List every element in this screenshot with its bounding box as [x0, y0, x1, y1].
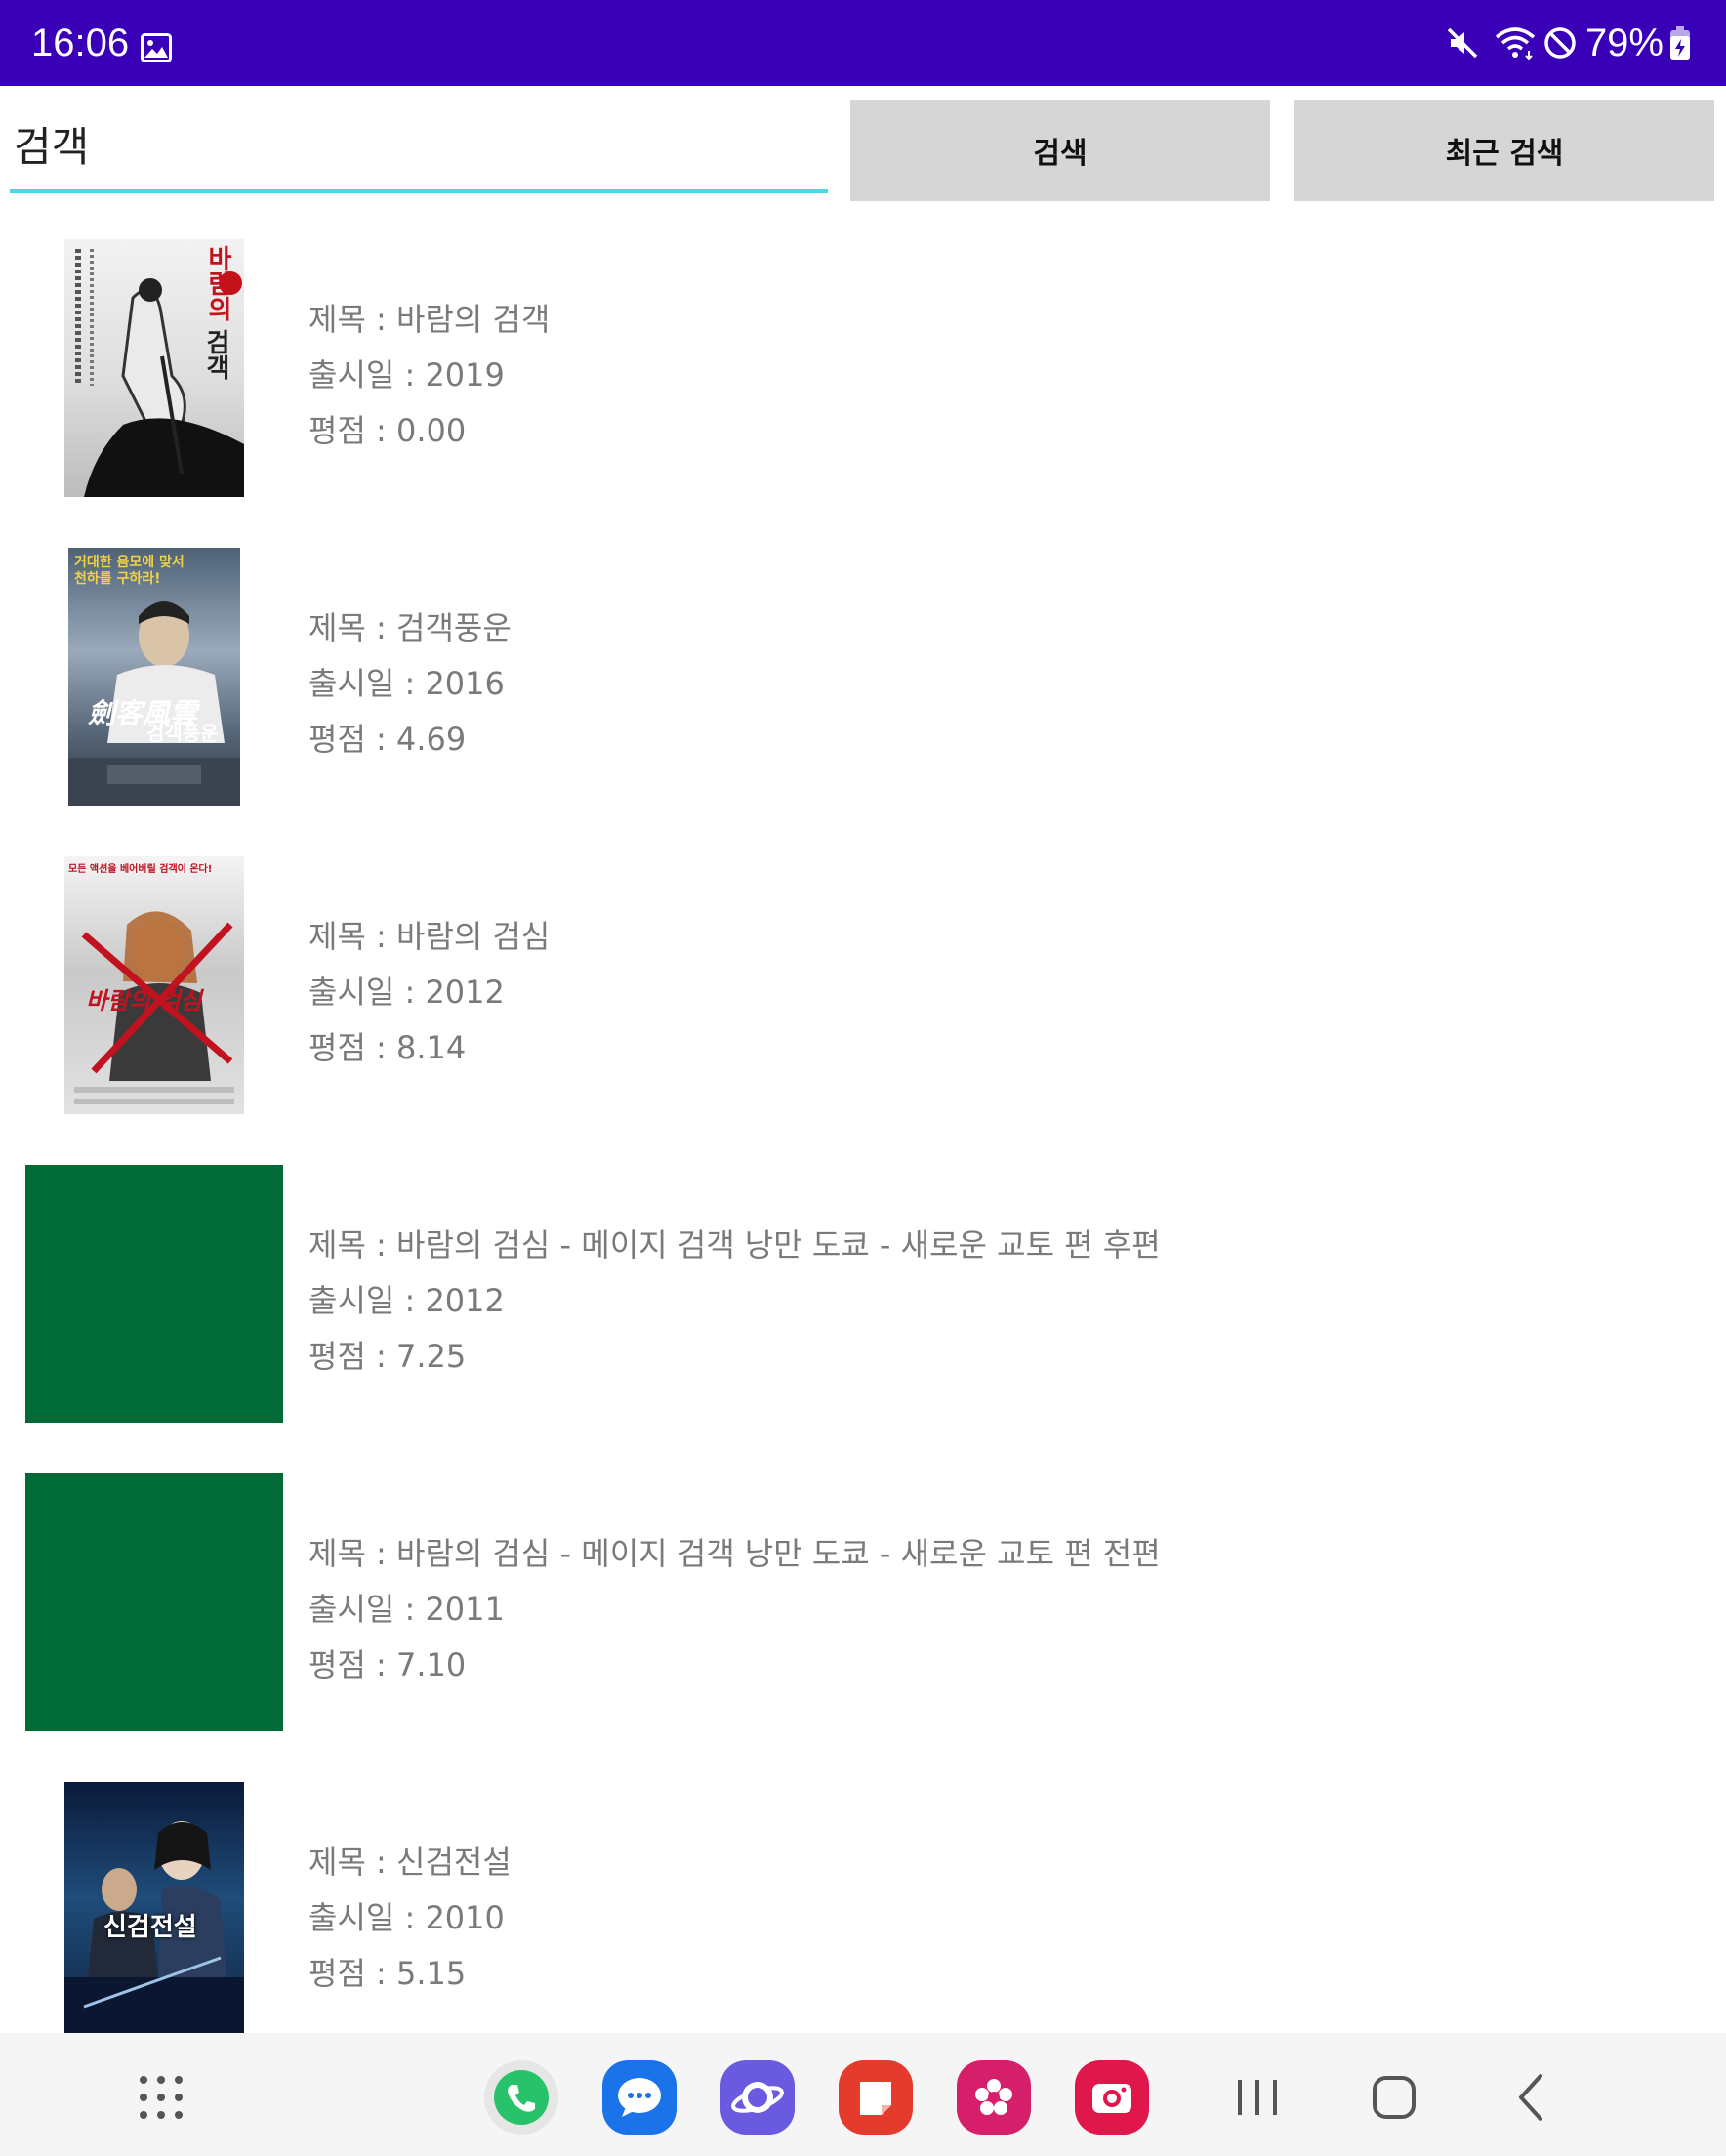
movie-poster: 모든 액션을 베어버릴 검객이 온다! 바람의 검심: [64, 856, 244, 1114]
phone-glyph-icon: [494, 2070, 549, 2125]
movie-info: 제목 : 바람의 검심 - 메이지 검객 낭만 도쿄 - 새로운 교토 편 후편…: [308, 1218, 1161, 1385]
movie-title: 제목 : 바람의 검심: [308, 918, 551, 955]
home-icon[interactable]: [1357, 2060, 1431, 2135]
movie-release-date: 출시일 : 2011: [308, 1591, 505, 1628]
battery-icon: [1670, 26, 1690, 60]
movie-rating: 평점 : 0.00: [308, 412, 467, 449]
chat-bubble-icon: [618, 2078, 661, 2117]
list-item[interactable]: 제목 : 바람의 검심 - 메이지 검객 낭만 도쿄 - 새로운 교토 편 전편…: [0, 1473, 1726, 1782]
messages-icon[interactable]: [602, 2060, 677, 2135]
wifi-icon: [1495, 27, 1536, 61]
search-button[interactable]: 검색: [850, 100, 1270, 201]
navigation-bar: [0, 2033, 1726, 2156]
movie-info: 제목 : 바람의 검객 출시일 : 2019 평점 : 0.00: [308, 292, 550, 459]
list-item[interactable]: 제목 : 바람의 검심 - 메이지 검객 낭만 도쿄 - 새로운 교토 편 후편…: [0, 1165, 1726, 1473]
poster-title: 바람의 검심: [86, 987, 202, 1015]
movie-rating: 평점 : 7.10: [308, 1646, 467, 1683]
movie-release-date: 출시일 : 2012: [308, 1282, 505, 1319]
camera-icon[interactable]: [1075, 2060, 1149, 2135]
internet-icon[interactable]: [720, 2060, 795, 2135]
movie-rating: 평점 : 4.69: [308, 721, 467, 758]
recents-icon[interactable]: [1220, 2060, 1294, 2135]
poster-placeholder: [25, 1165, 283, 1423]
do-not-disturb-icon: [1544, 27, 1576, 59]
poster-frame: [25, 1473, 283, 1731]
poster-tagline: 천하를 구하라!: [74, 571, 161, 587]
movie-info: 제목 : 바람의 검심 - 메이지 검객 낭만 도쿄 - 새로운 교토 편 전편…: [308, 1526, 1161, 1693]
poster-placeholder: [25, 1473, 283, 1731]
back-icon[interactable]: [1496, 2060, 1570, 2135]
movie-poster: 바람의 검객: [64, 239, 244, 497]
planet-icon: [731, 2082, 784, 2113]
movie-release-date: 출시일 : 2019: [308, 356, 505, 394]
camera-glyph-icon: [1092, 2084, 1131, 2113]
status-bar: 16:06 79%: [0, 0, 1726, 86]
search-input[interactable]: [10, 113, 828, 193]
poster-frame: 신검전설: [25, 1782, 283, 2040]
movie-release-date: 출시일 : 2012: [308, 974, 505, 1011]
list-item[interactable]: 바람의 검객 제목 : 바람의 검객 출시일 : 2019 평점 : 0.00: [0, 239, 1726, 548]
movie-title: 제목 : 검객풍운: [308, 609, 512, 646]
movie-release-date: 출시일 : 2010: [308, 1899, 505, 1936]
movie-info: 제목 : 검객풍운 출시일 : 2016 평점 : 4.69: [308, 601, 512, 767]
poster-frame: 바람의 검객: [25, 239, 283, 497]
poster-frame: 모든 액션을 베어버릴 검객이 온다! 바람의 검심: [25, 856, 283, 1114]
note-page-icon: [860, 2082, 891, 2115]
phone-icon[interactable]: [484, 2060, 558, 2135]
apps-grid-icon[interactable]: [124, 2060, 198, 2135]
poster-tagline: 모든 액션을 베어버릴 검객이 온다!: [68, 864, 213, 875]
poster-title: 바람의: [203, 245, 232, 321]
movie-poster: 신검전설: [64, 1782, 244, 2040]
mute-icon: [1447, 27, 1478, 59]
status-icons: 79%: [1445, 21, 1691, 64]
movie-title: 제목 : 바람의 검심 - 메이지 검객 낭만 도쿄 - 새로운 교토 편 후편: [308, 1226, 1161, 1264]
movie-rating: 평점 : 8.14: [308, 1029, 467, 1066]
movie-title: 제목 : 신검전설: [308, 1844, 512, 1881]
movie-info: 제목 : 바람의 검심 출시일 : 2012 평점 : 8.14: [308, 909, 550, 1076]
recent-search-button[interactable]: 최근 검색: [1294, 100, 1714, 201]
poster-title: 신검전설: [103, 1913, 197, 1942]
poster-title: 검객풍운: [146, 722, 219, 745]
movie-rating: 평점 : 7.25: [308, 1338, 467, 1375]
movie-title: 제목 : 바람의 검객: [308, 301, 551, 338]
flower-icon: [975, 2079, 1012, 2115]
list-item[interactable]: 거대한 음모에 맞서 천하를 구하라! 劍客風雲 검객풍운 제목 : 검객풍운 …: [0, 548, 1726, 856]
poster-frame: 거대한 음모에 맞서 천하를 구하라! 劍客風雲 검객풍운: [25, 548, 283, 806]
movie-poster: 거대한 음모에 맞서 천하를 구하라! 劍客風雲 검객풍운: [68, 548, 240, 806]
gallery-app-icon[interactable]: [957, 2060, 1031, 2135]
poster-title: 검객: [201, 329, 230, 380]
poster-frame: [25, 1165, 283, 1423]
movie-title: 제목 : 바람의 검심 - 메이지 검객 낭만 도쿄 - 새로운 교토 편 전편: [308, 1535, 1161, 1572]
battery-percent: 79%: [1584, 21, 1664, 64]
notes-icon[interactable]: [839, 2060, 913, 2135]
status-time: 16:06: [31, 21, 130, 64]
gallery-icon: [141, 33, 172, 62]
movie-release-date: 출시일 : 2016: [308, 665, 505, 702]
list-item[interactable]: 모든 액션을 베어버릴 검객이 온다! 바람의 검심 제목 : 바람의 검심 출…: [0, 856, 1726, 1165]
movie-rating: 평점 : 5.15: [308, 1955, 467, 1992]
movie-info: 제목 : 신검전설 출시일 : 2010 평점 : 5.15: [308, 1835, 512, 2002]
